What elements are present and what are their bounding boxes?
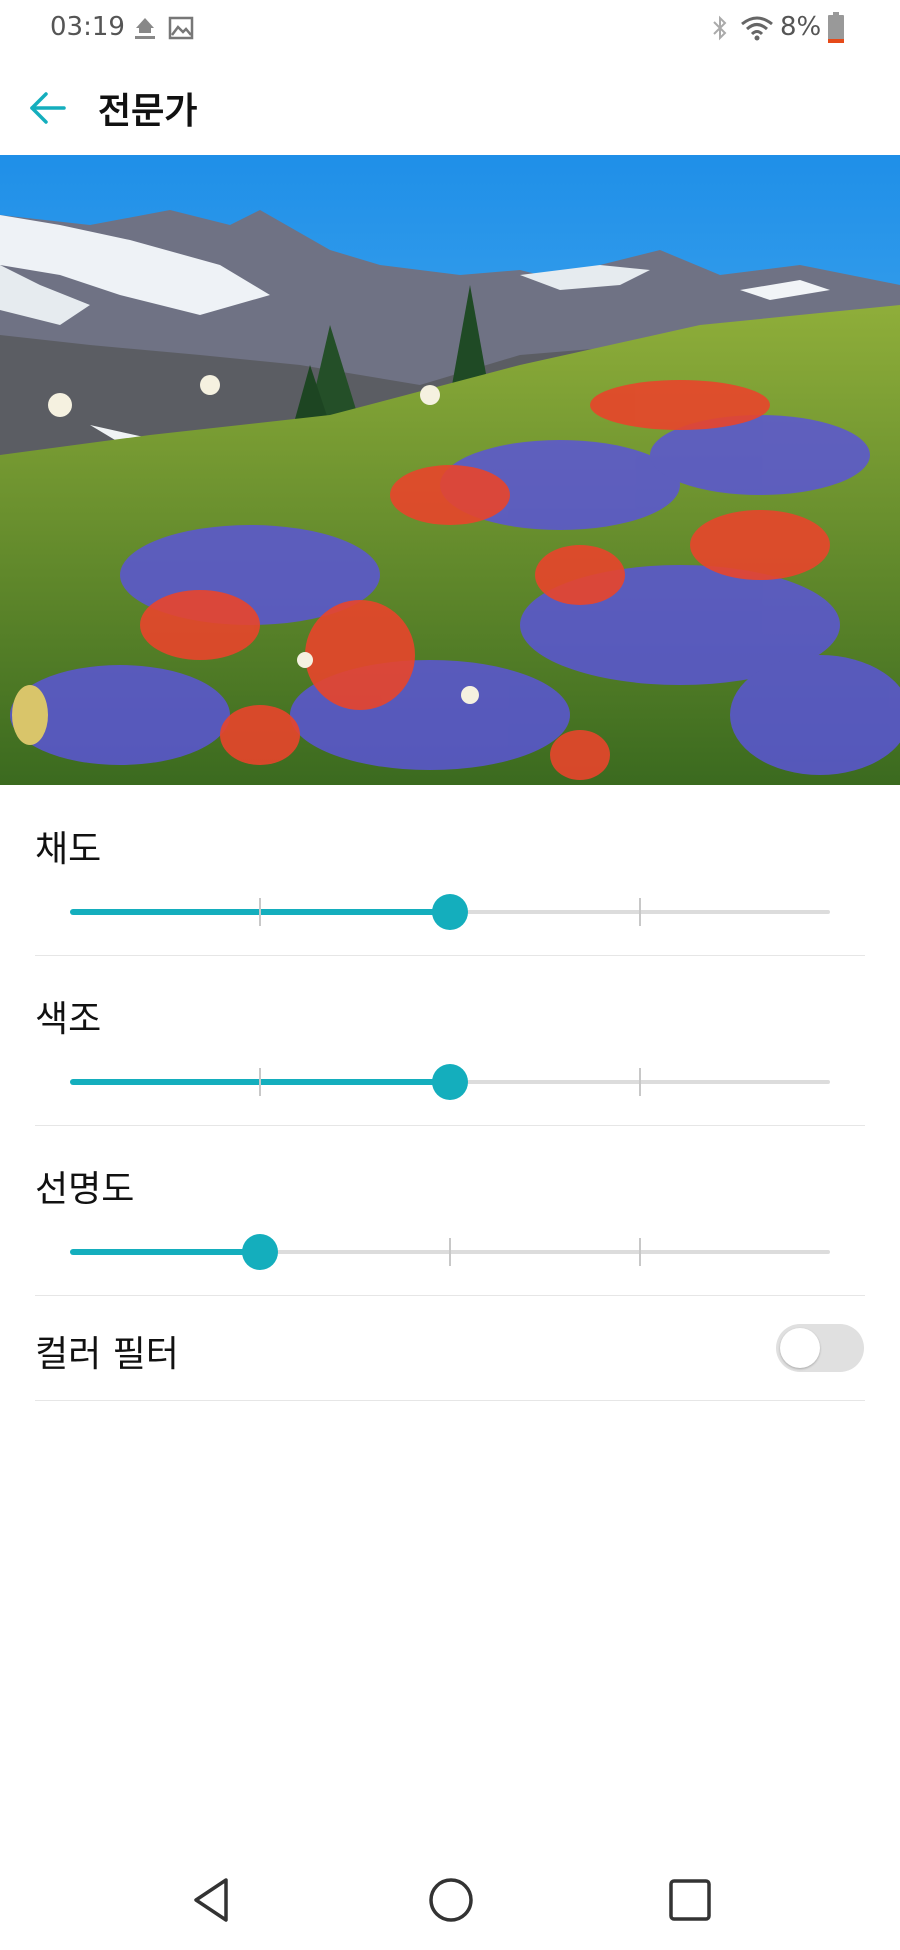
hue-slider[interactable]	[70, 1062, 830, 1102]
slider-fill	[70, 1249, 260, 1255]
slider-tick	[639, 898, 641, 926]
preview-image	[0, 155, 900, 785]
divider	[35, 1125, 865, 1126]
battery-icon	[828, 12, 844, 43]
saturation-label: 채도	[35, 829, 102, 870]
divider	[35, 1400, 865, 1401]
status-bar: 03:19 8%	[0, 0, 900, 60]
saturation-slider[interactable]	[70, 892, 830, 932]
bluetooth-icon	[713, 15, 727, 41]
slider-thumb[interactable]	[242, 1234, 278, 1270]
slider-thumb[interactable]	[432, 894, 468, 930]
status-time: 03:19	[50, 12, 125, 42]
nav-home-icon[interactable]	[421, 1870, 481, 1930]
app-bar: 전문가	[0, 60, 900, 155]
sharpness-slider[interactable]	[70, 1232, 830, 1272]
slider-tick	[639, 1238, 641, 1266]
back-arrow-icon[interactable]	[22, 80, 78, 136]
sharpness-label: 선명도	[35, 1169, 135, 1210]
slider-thumb[interactable]	[432, 1064, 468, 1100]
image-icon	[168, 16, 194, 40]
divider	[35, 955, 865, 956]
slider-tick	[639, 1068, 641, 1096]
color-filter-toggle[interactable]	[776, 1324, 864, 1372]
battery-percentage: 8%	[780, 12, 822, 42]
slider-tick	[259, 898, 261, 926]
divider	[35, 1295, 865, 1296]
slider-tick	[449, 1238, 451, 1266]
hue-label: 색조	[35, 999, 102, 1040]
color-filter-label: 컬러 필터	[35, 1334, 179, 1375]
navigation-bar	[0, 1850, 900, 1950]
upload-icon	[135, 18, 155, 39]
wifi-icon	[741, 16, 773, 41]
page-title: 전문가	[98, 91, 198, 132]
toggle-knob	[780, 1328, 820, 1368]
slider-tick	[259, 1068, 261, 1096]
nav-recents-icon[interactable]	[660, 1870, 720, 1930]
nav-back-icon[interactable]	[182, 1870, 242, 1930]
